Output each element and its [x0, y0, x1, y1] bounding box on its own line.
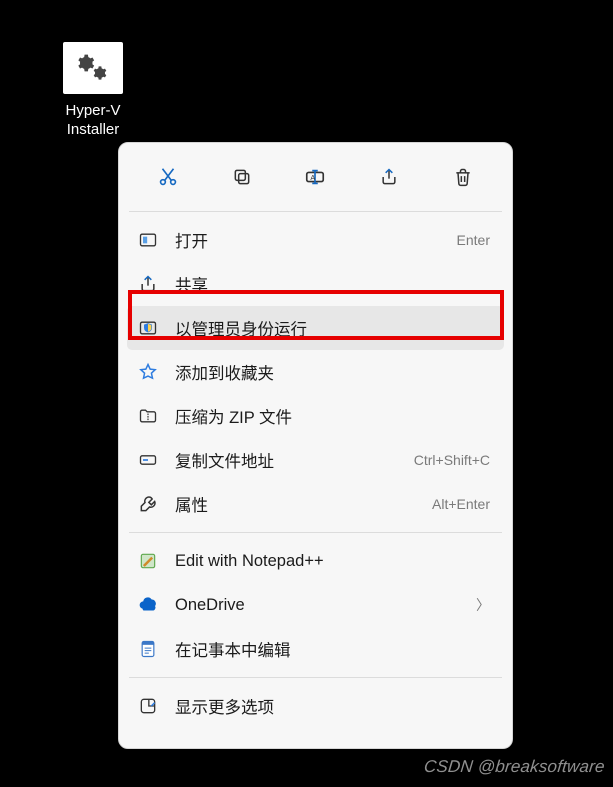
menu-item-onedrive[interactable]: OneDrive 〉: [127, 583, 504, 627]
chevron-right-icon: 〉: [476, 595, 490, 615]
shield-icon: [137, 317, 159, 339]
more-icon: [137, 695, 159, 717]
desktop-shortcut-hyperv[interactable]: Hyper-V Installer: [48, 42, 138, 140]
rename-button[interactable]: A: [295, 159, 335, 195]
menu-item-favorite[interactable]: 添加到收藏夹: [127, 350, 504, 394]
menu-item-zip[interactable]: 压缩为 ZIP 文件: [127, 394, 504, 438]
menu-label: 添加到收藏夹: [175, 360, 490, 384]
menu-label: 共享: [175, 272, 490, 296]
context-menu: A: [118, 142, 513, 749]
menu-accel: Enter: [457, 232, 490, 248]
share-icon: [137, 273, 159, 295]
rename-icon: A: [304, 166, 326, 188]
path-icon: [137, 449, 159, 471]
menu-section-1: 打开 Enter 共享: [125, 212, 506, 532]
star-icon: [137, 361, 159, 383]
menu-section-3: 显示更多选项: [125, 678, 506, 734]
menu-item-share[interactable]: 共享: [127, 262, 504, 306]
menu-item-notepadpp[interactable]: Edit with Notepad++: [127, 539, 504, 583]
menu-item-notepad[interactable]: 在记事本中编辑: [127, 627, 504, 671]
wrench-icon: [137, 493, 159, 515]
share-icon: [378, 166, 400, 188]
share-button[interactable]: [369, 159, 409, 195]
shortcut-tile: [63, 42, 123, 94]
menu-label: 压缩为 ZIP 文件: [175, 404, 490, 428]
onedrive-icon: [137, 594, 159, 616]
delete-icon: [452, 166, 474, 188]
shortcut-label: Hyper-V Installer: [48, 102, 138, 140]
cut-button[interactable]: [148, 159, 188, 195]
menu-label: 复制文件地址: [175, 448, 414, 472]
watermark: CSDN @breaksoftware: [423, 757, 606, 777]
menu-item-copy-path[interactable]: 复制文件地址 Ctrl+Shift+C: [127, 438, 504, 482]
menu-label: OneDrive: [175, 596, 470, 615]
menu-label: 显示更多选项: [175, 694, 490, 718]
cut-icon: [157, 166, 179, 188]
menu-item-open[interactable]: 打开 Enter: [127, 218, 504, 262]
delete-button[interactable]: [443, 159, 483, 195]
menu-label: 在记事本中编辑: [175, 637, 490, 661]
gear-icon: [75, 53, 111, 83]
menu-item-run-as-admin[interactable]: 以管理员身份运行: [127, 306, 504, 350]
menu-accel: Alt+Enter: [432, 496, 490, 512]
zip-icon: [137, 405, 159, 427]
notepad-icon: [137, 638, 159, 660]
open-icon: [137, 229, 159, 251]
notepadpp-icon: [137, 550, 159, 572]
context-toolbar: A: [125, 149, 506, 211]
svg-text:A: A: [311, 173, 316, 182]
menu-label: Edit with Notepad++: [175, 552, 490, 571]
copy-icon: [231, 166, 253, 188]
copy-button[interactable]: [222, 159, 262, 195]
menu-label: 打开: [175, 228, 457, 252]
menu-label: 以管理员身份运行: [175, 316, 490, 340]
menu-item-more[interactable]: 显示更多选项: [127, 684, 504, 728]
menu-item-properties[interactable]: 属性 Alt+Enter: [127, 482, 504, 526]
menu-label: 属性: [175, 492, 432, 516]
desktop[interactable]: Hyper-V Installer: [0, 0, 613, 787]
menu-accel: Ctrl+Shift+C: [414, 452, 490, 468]
menu-section-2: Edit with Notepad++ OneDrive 〉: [125, 533, 506, 677]
